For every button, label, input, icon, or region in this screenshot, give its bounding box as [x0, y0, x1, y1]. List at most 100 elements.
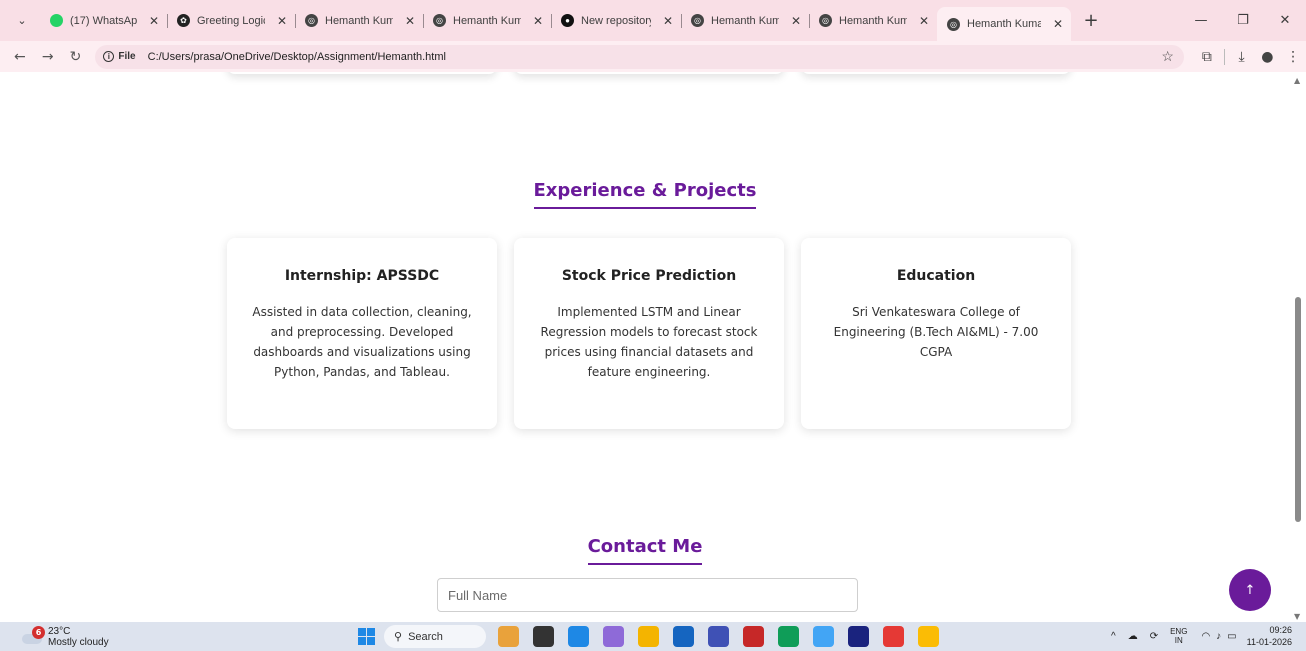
battery-icon[interactable]: ▭ — [1227, 631, 1236, 642]
bookmark-star-icon[interactable]: ☆ — [1161, 48, 1174, 65]
wifi-icon[interactable]: ◠ — [1201, 631, 1210, 642]
url-text: C:/Users/prasa/OneDrive/Desktop/Assignme… — [147, 50, 446, 63]
full-name-input[interactable] — [437, 578, 858, 612]
browser-toolbar: ← → ↻ i File C:/Users/prasa/OneDrive/Des… — [0, 41, 1306, 72]
site-chip-label: File — [118, 51, 136, 62]
close-icon[interactable]: ✕ — [277, 14, 287, 28]
close-icon[interactable]: ✕ — [663, 14, 673, 28]
window-close-icon[interactable]: ✕ — [1264, 13, 1306, 28]
card-title: Stock Price Prediction — [561, 268, 737, 284]
close-icon[interactable]: ✕ — [533, 14, 543, 28]
previous-section-card — [801, 72, 1071, 74]
edit-app-icon[interactable] — [708, 626, 729, 647]
download-icon[interactable]: ⤓ — [1229, 49, 1255, 65]
reload-icon[interactable]: ↻ — [64, 49, 88, 65]
vertical-scrollbar[interactable]: ▲ ▼ — [1290, 72, 1306, 622]
scroll-down-arrow-icon[interactable]: ▼ — [1294, 612, 1300, 621]
tabs-container: (17) WhatsApp ✕ ✿ Greeting Logic E ✕ ◎ H… — [40, 0, 1103, 41]
globe-icon: ◎ — [691, 14, 704, 27]
globe-icon: ◎ — [947, 17, 960, 31]
volume-icon[interactable]: ♪ — [1216, 631, 1221, 642]
card-description: Assisted in data collection, cleaning, a… — [252, 305, 472, 379]
menu-kebab-icon[interactable]: ⋮ — [1280, 49, 1306, 65]
chrome-icon[interactable] — [918, 626, 939, 647]
tab-hemanth-1[interactable]: ◎ Hemanth Kumar ✕ — [295, 6, 423, 36]
close-icon[interactable]: ✕ — [149, 14, 159, 28]
tab-greeting-logic[interactable]: ✿ Greeting Logic E ✕ — [167, 6, 295, 36]
weather-condition: Mostly cloudy — [48, 636, 109, 648]
tab-title: Greeting Logic E — [197, 14, 265, 27]
onedrive-icon[interactable]: ☁ — [1128, 631, 1138, 642]
tab-title: Hemanth Kumar — [839, 14, 907, 27]
system-tray: ^ ☁ ⟳ ENG IN ◠ ♪ ▭ 09:26 11-01-2026 — [1111, 624, 1292, 648]
close-icon[interactable]: ✕ — [791, 14, 801, 28]
tab-title: Hemanth Kumar — [325, 14, 393, 27]
chevron-up-icon[interactable]: ^ — [1111, 631, 1116, 642]
site-info-chip[interactable]: i File — [103, 51, 136, 62]
back-to-top-button[interactable]: ↑ — [1229, 569, 1271, 611]
page-viewport: Experience & Projects Internship: APSSDC… — [0, 72, 1290, 622]
cloud-icon: 6 — [20, 625, 45, 646]
github-icon: ● — [561, 14, 574, 27]
experience-cards: Internship: APSSDC Assisted in data coll… — [227, 238, 1071, 429]
windows-start-icon[interactable] — [358, 628, 375, 645]
tab-whatsapp[interactable]: (17) WhatsApp ✕ — [40, 6, 167, 36]
restore-icon[interactable]: ❐ — [1222, 13, 1264, 28]
tab-title: Hemanth Kumar — [453, 14, 521, 27]
address-bar[interactable]: i File C:/Users/prasa/OneDrive/Desktop/A… — [95, 44, 1184, 69]
up-arrow-icon: ↑ — [1244, 582, 1256, 598]
search-icon: ⚲ — [394, 631, 403, 643]
extensions-icon[interactable]: ⧉ — [1194, 49, 1220, 65]
minimize-icon[interactable]: — — [1180, 13, 1222, 28]
weather-text: 23°C Mostly cloudy — [48, 626, 109, 648]
tab-hemanth-active[interactable]: ◎ Hemanth Kumar ✕ — [937, 7, 1071, 41]
media-app-icon[interactable] — [848, 626, 869, 647]
close-icon[interactable]: ✕ — [1053, 17, 1063, 31]
openai-icon: ✿ — [177, 14, 190, 27]
previous-section-card — [227, 72, 497, 74]
new-tab-plus-icon[interactable]: + — [1079, 10, 1103, 31]
widgets-app-icon[interactable] — [498, 626, 519, 647]
copilot-icon[interactable] — [603, 626, 624, 647]
scroll-up-arrow-icon[interactable]: ▲ — [1294, 76, 1300, 85]
store-icon[interactable] — [673, 626, 694, 647]
tab-search-chevron-icon[interactable]: ⌄ — [10, 9, 34, 33]
photos-icon[interactable] — [813, 626, 834, 647]
tab-title: (17) WhatsApp — [70, 14, 137, 27]
whatsapp-icon — [50, 14, 63, 27]
weather-temperature: 23°C — [48, 625, 71, 637]
window-controls: — ❐ ✕ — [1180, 0, 1306, 41]
tab-hemanth-3[interactable]: ◎ Hemanth Kumar ✕ — [681, 6, 809, 36]
card-description: Implemented LSTM and Linear Regression m… — [540, 305, 758, 379]
language-indicator[interactable]: ENG IN — [1170, 627, 1187, 645]
file-explorer-icon[interactable] — [638, 626, 659, 647]
tab-hemanth-4[interactable]: ◎ Hemanth Kumar ✕ — [809, 6, 937, 36]
mcafee-icon[interactable] — [743, 626, 764, 647]
windows-taskbar: 6 23°C Mostly cloudy ⚲ Search ^ ☁ ⟳ ENG … — [0, 622, 1306, 651]
card-title: Internship: APSSDC — [284, 268, 440, 284]
back-arrow-icon[interactable]: ← — [8, 49, 32, 65]
taskbar-search[interactable]: ⚲ Search — [384, 625, 486, 648]
weather-widget[interactable]: 6 23°C Mostly cloudy — [20, 625, 109, 648]
profile-avatar-icon[interactable]: ● — [1254, 49, 1280, 65]
task-view-icon[interactable] — [533, 626, 554, 647]
clock-time: 09:26 — [1269, 625, 1292, 635]
close-icon[interactable]: ✕ — [919, 14, 929, 28]
experience-card-education: Education Sri Venkateswara College of En… — [801, 238, 1071, 429]
experience-heading-text: Experience & Projects — [533, 180, 757, 209]
pinned-apps — [498, 626, 939, 647]
search-label: Search — [408, 630, 443, 643]
tab-title: New repository — [581, 14, 651, 27]
scrollbar-thumb[interactable] — [1295, 297, 1301, 522]
vscode-icon[interactable] — [568, 626, 589, 647]
region-code: IN — [1174, 636, 1183, 645]
language-code: ENG — [1170, 627, 1188, 636]
clock[interactable]: 09:26 11-01-2026 — [1247, 624, 1292, 648]
tab-hemanth-2[interactable]: ◎ Hemanth Kumar ✕ — [423, 6, 551, 36]
tab-new-repository[interactable]: ● New repository ✕ — [551, 6, 681, 36]
sync-icon[interactable]: ⟳ — [1150, 631, 1158, 642]
wps-icon[interactable] — [883, 626, 904, 647]
forward-arrow-icon[interactable]: → — [36, 49, 60, 65]
edge-icon[interactable] — [778, 626, 799, 647]
close-icon[interactable]: ✕ — [405, 14, 415, 28]
